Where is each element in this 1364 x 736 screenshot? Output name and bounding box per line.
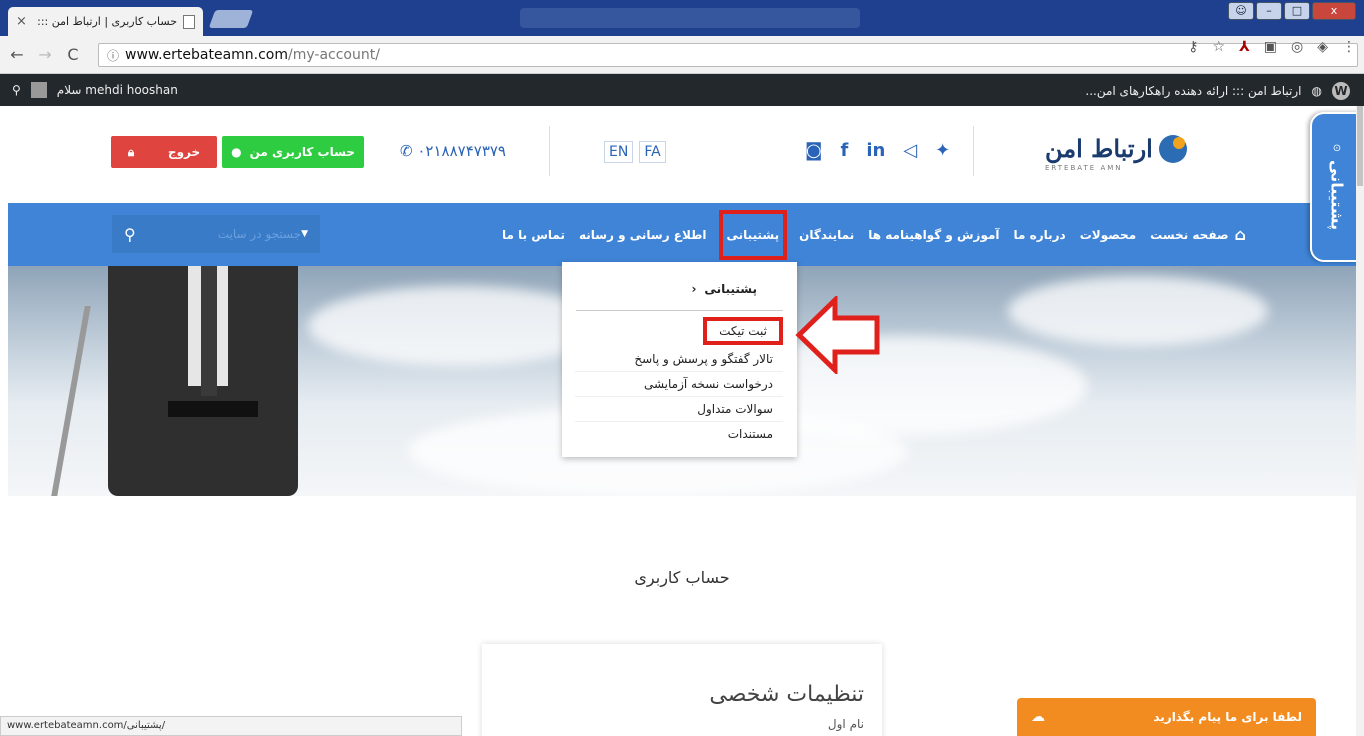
back-icon[interactable]: ← bbox=[6, 45, 28, 64]
leave-message-chat-button[interactable]: لطفا برای ما پیام بگذارید ☁ bbox=[1017, 698, 1316, 736]
chevron-up-icon: ⊙ bbox=[1332, 143, 1342, 155]
wordpress-logo-icon[interactable]: W bbox=[1332, 82, 1350, 100]
chat-label: لطفا برای ما پیام بگذارید bbox=[1153, 710, 1302, 724]
nav-item-contact[interactable]: تماس با ما bbox=[500, 228, 567, 242]
logo-subtext: ERTEBATE AMN bbox=[1045, 164, 1123, 172]
menu-item-docs[interactable]: مستندات bbox=[575, 422, 783, 446]
window-title-bar bbox=[520, 8, 860, 28]
site-search[interactable]: ▼ جستجو در سایت ⚲ bbox=[112, 215, 320, 253]
page-title: حساب کاربری bbox=[634, 568, 730, 587]
language-switcher: EN FA bbox=[604, 141, 666, 163]
nav-item-home[interactable]: ⌂ صفحه نخست bbox=[1148, 225, 1248, 244]
browser-tab[interactable]: حساب کاربری | ارتباط امن ::: ا × bbox=[8, 7, 203, 36]
nav-item-training[interactable]: آموزش و گواهینامه ها bbox=[866, 228, 1001, 242]
extension-icons: ⚷ ☆ ⅄ ▣ ◎ ◈ ⋮ bbox=[1188, 39, 1356, 55]
lang-en-button[interactable]: EN bbox=[604, 141, 634, 163]
scrollbar-thumb[interactable] bbox=[1357, 106, 1363, 186]
avatar[interactable] bbox=[30, 82, 47, 98]
phone-icon: ✆ bbox=[400, 142, 413, 160]
key-icon[interactable]: ⚷ bbox=[1188, 39, 1198, 55]
social-links: ◙ f in ◁ ✦ bbox=[805, 140, 950, 161]
phone-number[interactable]: ✆ ۰۲۱۸۸۷۴۷۳۷۹ bbox=[400, 142, 506, 160]
businessman-image bbox=[51, 266, 308, 496]
card-title: تنظیمات شخصی bbox=[709, 682, 864, 707]
dropdown-heading-label: پشتیبانی bbox=[704, 282, 757, 296]
nav-item-agents[interactable]: نمایندگان bbox=[797, 228, 856, 242]
forward-icon[interactable]: → bbox=[34, 45, 56, 64]
admin-search-icon[interactable]: ⚲ bbox=[12, 83, 21, 97]
camera-icon[interactable]: ◎ bbox=[1291, 39, 1303, 55]
wp-admin-bar: ⚲ سلام mehdi hooshan W ◍ ارتباط امن ::: … bbox=[0, 74, 1364, 106]
logo-text: ارتباط امن bbox=[1045, 134, 1153, 163]
browser-toolbar: ← → C ⓘ www.ertebateamn.com /my-account/… bbox=[0, 36, 1364, 74]
maximize-icon[interactable]: □ bbox=[1284, 2, 1310, 20]
lock-icon: 🔒︎ bbox=[127, 144, 135, 159]
site-logo[interactable]: ارتباط امن ERTEBATE AMN bbox=[1045, 134, 1187, 172]
url-path: /my-account/ bbox=[288, 47, 380, 63]
dropdown-heading[interactable]: پشتیبانی ‹ bbox=[576, 282, 783, 311]
nav-item-news[interactable]: اطلاع رسانی و رسانه bbox=[577, 228, 709, 242]
logout-button[interactable]: خروج 🔒︎ bbox=[111, 136, 217, 168]
menu-item-faq[interactable]: سوالات متداول bbox=[575, 397, 783, 422]
pdf-extension-icon[interactable]: ⅄ bbox=[1239, 39, 1250, 55]
minimize-icon[interactable]: – bbox=[1256, 2, 1282, 20]
logout-label: خروج bbox=[167, 145, 201, 159]
url-host: www.ertebateamn.com bbox=[125, 47, 289, 63]
page-scrollbar[interactable] bbox=[1356, 106, 1364, 736]
tab-title: حساب کاربری | ارتباط امن ::: ا bbox=[32, 15, 177, 28]
search-icon[interactable]: ⚲ bbox=[124, 225, 218, 244]
lang-fa-button[interactable]: FA bbox=[639, 141, 666, 163]
side-tab-label: پشتیبانی bbox=[1327, 160, 1347, 231]
nav-item-about[interactable]: درباره ما bbox=[1012, 228, 1068, 242]
nav-items: ⌂ صفحه نخست محصولات درباره ما آموزش و گو… bbox=[500, 203, 1248, 266]
menu-item-submit-ticket[interactable]: ثبت تیکت bbox=[703, 317, 783, 345]
new-tab-button[interactable] bbox=[208, 10, 254, 28]
first-name-label: نام اول bbox=[827, 717, 864, 731]
info-icon[interactable]: ⓘ bbox=[107, 47, 119, 64]
search-dropdown-icon[interactable]: ▼ bbox=[301, 229, 308, 239]
page-favicon-icon bbox=[183, 14, 195, 29]
site-header: ارتباط امن ERTEBATE AMN ◙ f in ◁ ✦ EN FA… bbox=[0, 106, 1364, 203]
header-divider bbox=[549, 126, 550, 176]
address-bar[interactable]: ⓘ www.ertebateamn.com /my-account/ bbox=[98, 43, 1358, 67]
account-label: حساب کاربری من bbox=[249, 145, 355, 159]
nav-label: صفحه نخست bbox=[1150, 227, 1229, 242]
menu-icon[interactable]: ⋮ bbox=[1342, 39, 1356, 55]
menu-item-forum[interactable]: تالار گفتگو و پرسش و پاسخ bbox=[575, 347, 783, 372]
instagram-icon[interactable]: ◙ bbox=[805, 140, 822, 161]
logo-mark-icon bbox=[1158, 134, 1187, 163]
bookmark-star-icon[interactable]: ☆ bbox=[1213, 39, 1226, 55]
twitter-icon[interactable]: ✦ bbox=[935, 140, 950, 161]
extension-puzzle-icon[interactable]: ◈ bbox=[1317, 39, 1328, 55]
user-icon: ● bbox=[231, 145, 242, 159]
personal-settings-card: تنظیمات شخصی نام اول bbox=[482, 644, 882, 736]
window-controls: ☺ – □ x bbox=[1228, 2, 1356, 20]
dashboard-icon[interactable]: ◍ bbox=[1312, 84, 1322, 98]
close-window-icon[interactable]: x bbox=[1312, 2, 1356, 20]
header-divider bbox=[973, 126, 974, 176]
phone-text: ۰۲۱۸۸۷۴۷۳۷۹ bbox=[417, 142, 506, 160]
chevron-left-icon: ‹ bbox=[691, 282, 697, 296]
admin-site-name[interactable]: ارتباط امن ::: ارائه دهنده راهکارهای امن… bbox=[1085, 84, 1301, 98]
user-icon[interactable]: ☺ bbox=[1228, 2, 1254, 20]
nav-item-products[interactable]: محصولات bbox=[1078, 228, 1138, 242]
admin-greeting[interactable]: سلام mehdi hooshan bbox=[57, 83, 178, 97]
search-input[interactable]: جستجو در سایت bbox=[218, 227, 301, 241]
my-account-button[interactable]: حساب کاربری من ● bbox=[222, 136, 364, 168]
browser-tabstrip: حساب کاربری | ارتباط امن ::: ا × ☺ – □ x bbox=[0, 0, 1364, 36]
tab-close-icon[interactable]: × bbox=[16, 14, 27, 29]
chat-bubble-icon: ☁ bbox=[1031, 709, 1045, 725]
browser-status-bar: www.ertebateamn.com/پشتیبانی/ bbox=[0, 716, 462, 736]
menu-item-trial-request[interactable]: درخواست نسخه آزمایشی bbox=[575, 372, 783, 397]
reload-icon[interactable]: C bbox=[62, 45, 84, 64]
main-navigation: ⌂ صفحه نخست محصولات درباره ما آموزش و گو… bbox=[8, 203, 1358, 266]
telegram-icon[interactable]: ◁ bbox=[903, 140, 917, 161]
nav-item-support[interactable]: پشتیبانی bbox=[718, 209, 788, 260]
support-dropdown-menu: پشتیبانی ‹ ثبت تیکت تالار گفتگو و پرسش و… bbox=[562, 262, 797, 457]
annotation-arrow-icon bbox=[795, 296, 880, 374]
extension-icon[interactable]: ▣ bbox=[1264, 39, 1277, 55]
home-icon: ⌂ bbox=[1234, 225, 1246, 244]
linkedin-icon[interactable]: in bbox=[866, 140, 885, 161]
facebook-icon[interactable]: f bbox=[840, 140, 848, 161]
